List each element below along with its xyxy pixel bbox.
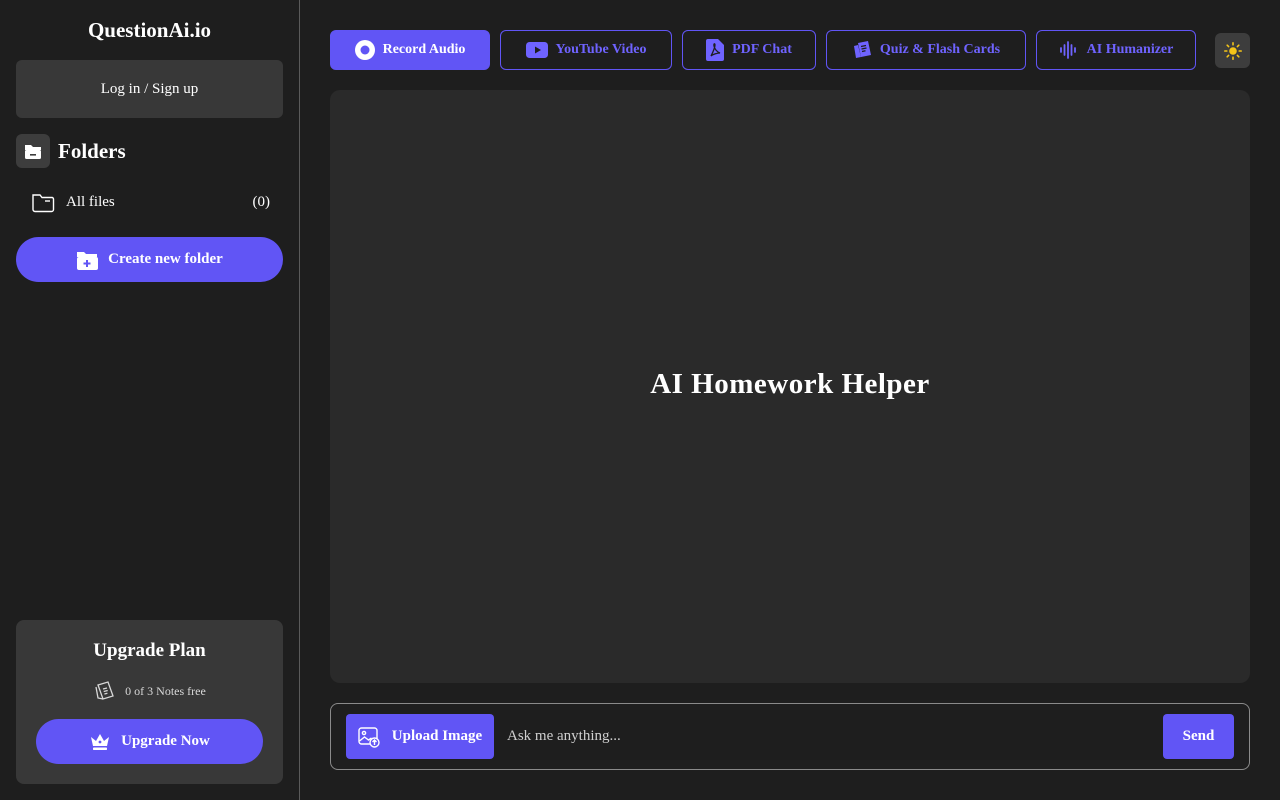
all-files-label: All files [66, 193, 115, 210]
tab-ai-humanizer[interactable]: AI Humanizer [1036, 30, 1196, 70]
sidebar-item-all-files[interactable]: All files (0) [30, 188, 270, 216]
tab-youtube-video-label: YouTube Video [555, 42, 647, 57]
all-files-count: (0) [252, 193, 271, 210]
app-root: QuestionAi.io Log in / Sign up Folders A… [0, 0, 1280, 800]
folders-header: Folders [16, 134, 126, 168]
sun-icon [1223, 41, 1242, 60]
theme-toggle-button[interactable] [1215, 33, 1250, 68]
create-folder-label: Create new folder [108, 251, 223, 267]
pdf-icon [706, 39, 725, 61]
brand-title: QuestionAi.io [87, 18, 212, 42]
notes-icon [93, 679, 117, 703]
folder-add-icon [76, 249, 99, 271]
tab-record-audio[interactable]: Record Audio [330, 30, 490, 70]
record-icon [354, 40, 375, 60]
notes-free-status: 0 of 3 Notes free [16, 678, 283, 704]
chat-composer: Upload Image Send [330, 703, 1250, 770]
upgrade-plan-card: Upgrade Plan 0 of 3 Notes free Upgrade N… [16, 620, 283, 784]
folder-open-icon [16, 134, 50, 168]
create-new-folder-button[interactable]: Create new folder [16, 237, 283, 282]
upload-image-label: Upload Image [391, 728, 483, 744]
image-upload-icon [358, 726, 380, 748]
tab-quiz-flash-cards[interactable]: Quiz & Flash Cards [826, 30, 1026, 70]
crown-icon [89, 732, 111, 752]
tab-youtube-video[interactable]: YouTube Video [500, 30, 672, 70]
tab-quiz-flash-cards-label: Quiz & Flash Cards [879, 42, 1001, 57]
upgrade-now-button[interactable]: Upgrade Now [36, 719, 263, 764]
folder-icon [30, 189, 56, 215]
cards-icon [852, 40, 872, 60]
tab-record-audio-label: Record Audio [382, 42, 466, 57]
tab-ai-humanizer-label: AI Humanizer [1086, 42, 1174, 57]
youtube-icon [525, 42, 548, 58]
main-content-panel: AI Homework Helper [330, 90, 1250, 683]
sidebar: QuestionAi.io Log in / Sign up Folders A… [0, 0, 300, 800]
main-title: AI Homework Helper [650, 368, 930, 400]
waveform-icon [1059, 40, 1079, 60]
login-signup-button[interactable]: Log in / Sign up [16, 60, 283, 118]
tab-pdf-chat[interactable]: PDF Chat [682, 30, 816, 70]
send-button[interactable]: Send [1163, 714, 1234, 759]
tab-pdf-chat-label: PDF Chat [732, 42, 792, 57]
upgrade-plan-title: Upgrade Plan [93, 640, 206, 661]
upgrade-now-label: Upgrade Now [121, 733, 210, 749]
folders-title: Folders [58, 138, 126, 163]
notes-free-label: 0 of 3 Notes free [125, 683, 206, 698]
ask-input[interactable] [507, 716, 1147, 756]
upload-image-button[interactable]: Upload Image [346, 714, 494, 759]
